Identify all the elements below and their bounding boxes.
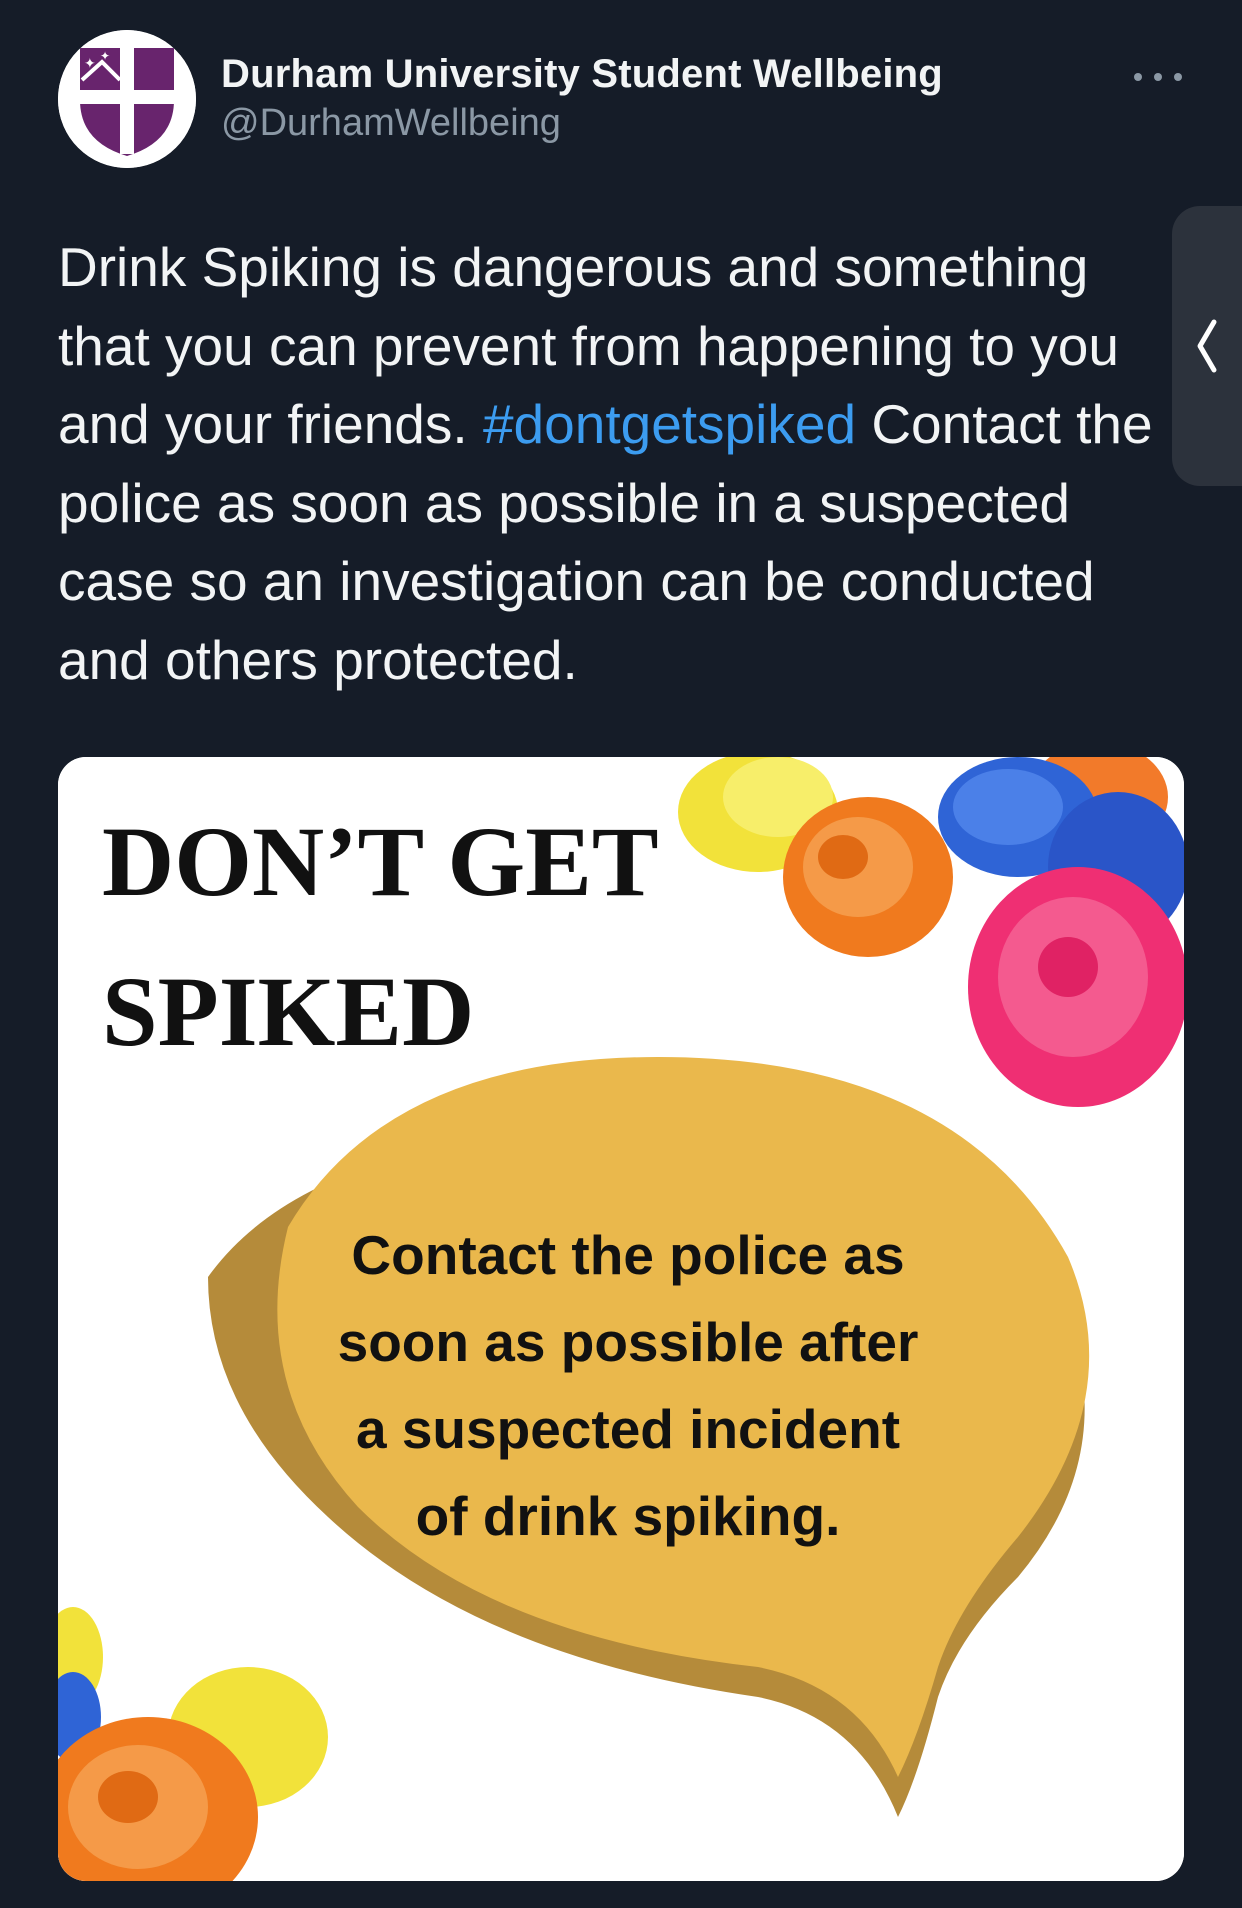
dot bbox=[1154, 73, 1162, 81]
svg-text:✦: ✦ bbox=[100, 49, 110, 63]
poster-body-text: Contact the police as soon as possible a… bbox=[337, 1224, 919, 1547]
svg-text:✦: ✦ bbox=[84, 56, 96, 72]
dot bbox=[1174, 73, 1182, 81]
tweet-media-image[interactable]: DON’T GET SPIKED Contact the police as s… bbox=[58, 757, 1184, 1881]
author-handle[interactable]: @DurhamWellbeing bbox=[221, 102, 561, 145]
hashtag-link[interactable]: #dontgetspiked bbox=[483, 393, 856, 455]
author-name[interactable]: Durham University Student Wellbeing bbox=[221, 52, 943, 97]
poster-title: DON’T GET SPIKED bbox=[102, 806, 659, 1067]
chevron-left-icon bbox=[1197, 319, 1217, 373]
author-avatar[interactable]: ✦ ✦ bbox=[58, 30, 196, 168]
tweet-text: Drink Spiking is dangerous and something… bbox=[58, 228, 1168, 699]
dot bbox=[1134, 73, 1142, 81]
more-options-icon[interactable] bbox=[1134, 60, 1182, 94]
durham-crest-icon: ✦ ✦ bbox=[58, 30, 196, 168]
side-panel-tab[interactable] bbox=[1172, 206, 1242, 486]
